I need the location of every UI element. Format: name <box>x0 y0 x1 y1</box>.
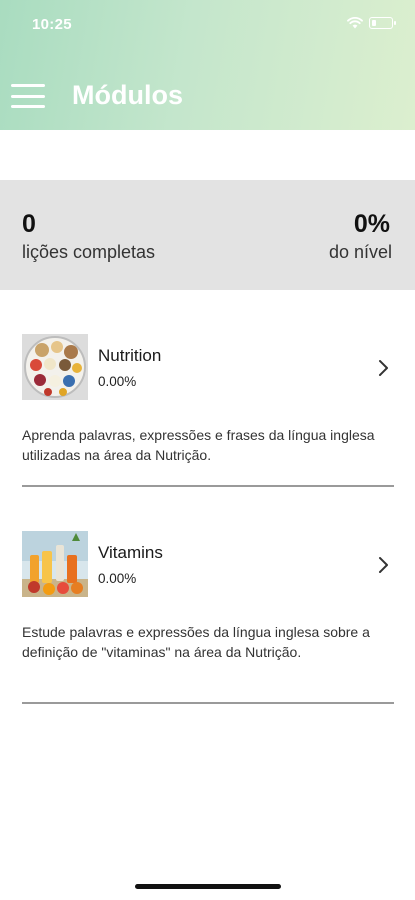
battery-icon <box>369 17 396 29</box>
level-percentage-value: 0% <box>353 210 390 238</box>
menu-icon <box>11 84 45 87</box>
wifi-icon <box>347 17 363 29</box>
module-name-nutrition: Nutrition <box>98 346 162 365</box>
module-divider <box>22 485 394 487</box>
module-name-vitamins: Vitamins <box>98 543 163 562</box>
module-item-nutrition[interactable]: Nutrition 0.00% Aprenda palavras, expres… <box>0 320 415 490</box>
status-bar: 10:25 <box>0 0 415 50</box>
module-thumbnail-vitamins <box>22 531 88 597</box>
lessons-completed-value: 0 <box>22 210 36 238</box>
module-progress-vitamins: 0.00% <box>98 571 137 586</box>
status-icons <box>347 17 396 29</box>
lessons-completed-label: lições completas <box>22 242 156 262</box>
module-description-nutrition: Aprenda palavras, expressões e frases da… <box>22 427 375 463</box>
module-item-vitamins[interactable]: Vitamins 0.00% Estude palavras e express… <box>0 517 415 707</box>
module-progress-nutrition: 0.00% <box>98 374 137 389</box>
progress-summary: 0 lições completas 0% do nível <box>0 180 415 290</box>
vitamins-image <box>22 531 88 597</box>
menu-icon-bar <box>11 94 45 98</box>
chevron-right-icon <box>379 360 388 376</box>
page-title: Módulos <box>72 80 183 110</box>
chevron-right-icon <box>379 557 388 573</box>
menu-button[interactable] <box>10 82 46 110</box>
module-divider <box>22 702 394 704</box>
module-thumbnail-nutrition <box>22 334 88 400</box>
level-percentage-label: do nível <box>328 242 392 262</box>
battery-level <box>371 19 376 26</box>
app-header: 10:25 Módulos <box>0 0 415 130</box>
module-description-vitamins: Estude palavras e expressões da língua i… <box>22 624 370 660</box>
home-indicator[interactable] <box>135 884 281 889</box>
status-time: 10:25 <box>32 16 72 33</box>
menu-icon-bar <box>11 105 45 108</box>
nutrition-image <box>22 334 88 400</box>
